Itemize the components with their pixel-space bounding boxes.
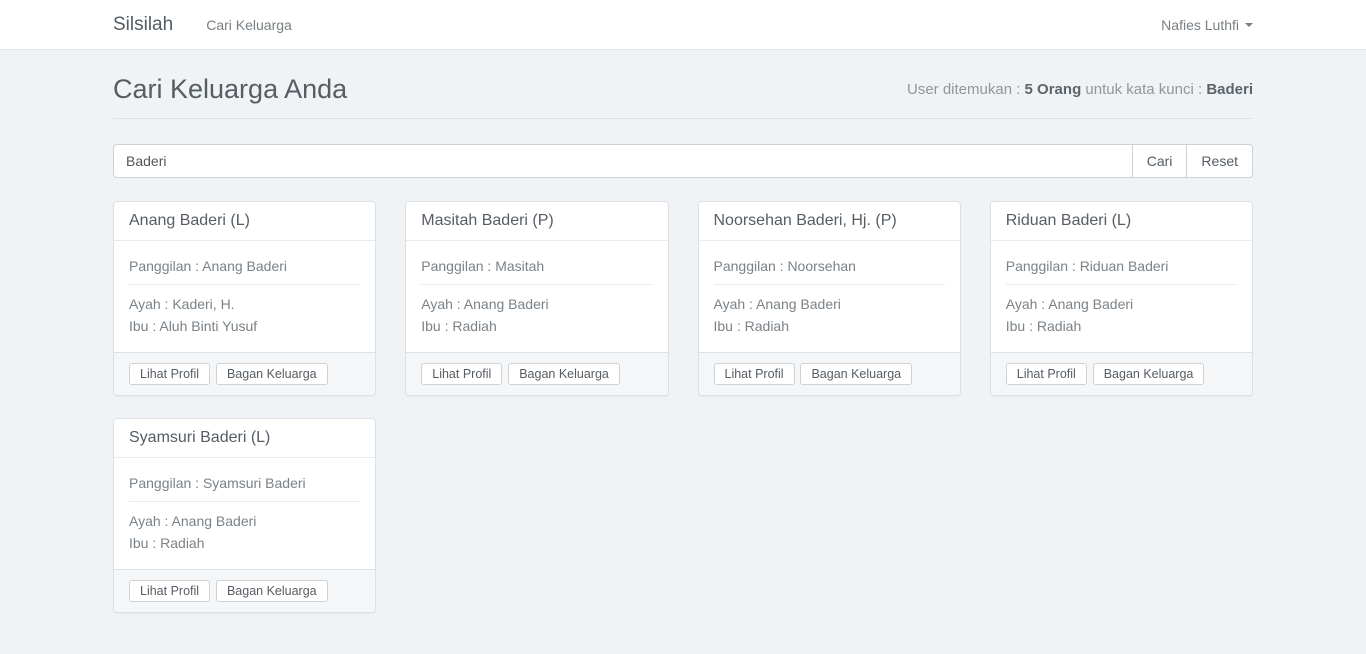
card-footer: Lihat Profil Bagan Keluarga: [114, 352, 375, 395]
person-mother: Ibu : Radiah: [714, 315, 945, 337]
divider: [714, 284, 945, 285]
bagan-keluarga-button[interactable]: Bagan Keluarga: [800, 363, 912, 385]
results-grid: Anang Baderi (L) Panggilan : Anang Bader…: [113, 201, 1253, 613]
person-nickname: Panggilan : Anang Baderi: [129, 256, 360, 276]
bagan-keluarga-button[interactable]: Bagan Keluarga: [1093, 363, 1205, 385]
person-father: Ayah : Anang Baderi: [1006, 293, 1237, 315]
card-heading: Riduan Baderi (L): [991, 202, 1252, 241]
lihat-profil-button[interactable]: Lihat Profil: [129, 363, 210, 385]
lihat-profil-button[interactable]: Lihat Profil: [714, 363, 795, 385]
person-nickname: Panggilan : Syamsuri Baderi: [129, 473, 360, 493]
search-input[interactable]: [113, 144, 1133, 178]
reset-button[interactable]: Reset: [1186, 144, 1253, 178]
person-nickname: Panggilan : Riduan Baderi: [1006, 256, 1237, 276]
result-summary-prefix: User ditemukan :: [907, 81, 1025, 98]
person-father: Ayah : Anang Baderi: [129, 510, 360, 532]
result-keyword: Baderi: [1206, 81, 1253, 98]
person-card: Anang Baderi (L) Panggilan : Anang Bader…: [113, 201, 376, 396]
divider: [129, 501, 360, 502]
bagan-keluarga-button[interactable]: Bagan Keluarga: [216, 363, 328, 385]
person-mother: Ibu : Radiah: [421, 315, 652, 337]
navbar: Silsilah Cari Keluarga Nafies Luthfi: [0, 0, 1366, 50]
result-summary-middle: untuk kata kunci :: [1081, 81, 1206, 98]
nav-item-cari-keluarga[interactable]: Cari Keluarga: [206, 17, 292, 33]
card-footer: Lihat Profil Bagan Keluarga: [114, 569, 375, 612]
card-footer: Lihat Profil Bagan Keluarga: [699, 352, 960, 395]
user-dropdown[interactable]: Nafies Luthfi: [1161, 17, 1253, 33]
person-father: Ayah : Kaderi, H.: [129, 293, 360, 315]
card-heading: Masitah Baderi (P): [406, 202, 667, 241]
result-summary: User ditemukan : 5 Orang untuk kata kunc…: [907, 81, 1253, 98]
lihat-profil-button[interactable]: Lihat Profil: [129, 580, 210, 602]
person-mother: Ibu : Radiah: [1006, 315, 1237, 337]
lihat-profil-button[interactable]: Lihat Profil: [1006, 363, 1087, 385]
person-card: Noorsehan Baderi, Hj. (P) Panggilan : No…: [698, 201, 961, 396]
bagan-keluarga-button[interactable]: Bagan Keluarga: [508, 363, 620, 385]
user-name: Nafies Luthfi: [1161, 17, 1239, 33]
search-form: Cari Reset: [113, 144, 1253, 178]
card-body: Panggilan : Masitah Ayah : Anang Baderi …: [406, 241, 667, 352]
card-body: Panggilan : Noorsehan Ayah : Anang Bader…: [699, 241, 960, 352]
brand-link[interactable]: Silsilah: [113, 14, 173, 36]
person-card: Masitah Baderi (P) Panggilan : Masitah A…: [405, 201, 668, 396]
bagan-keluarga-button[interactable]: Bagan Keluarga: [216, 580, 328, 602]
person-father: Ayah : Anang Baderi: [714, 293, 945, 315]
card-footer: Lihat Profil Bagan Keluarga: [991, 352, 1252, 395]
card-body: Panggilan : Anang Baderi Ayah : Kaderi, …: [114, 241, 375, 352]
person-name: Riduan Baderi (L): [1006, 212, 1237, 230]
person-mother: Ibu : Aluh Binti Yusuf: [129, 315, 360, 337]
card-heading: Anang Baderi (L): [114, 202, 375, 241]
card-heading: Syamsuri Baderi (L): [114, 419, 375, 458]
divider: [1006, 284, 1237, 285]
person-name: Syamsuri Baderi (L): [129, 429, 360, 447]
lihat-profil-button[interactable]: Lihat Profil: [421, 363, 502, 385]
card-body: Panggilan : Riduan Baderi Ayah : Anang B…: [991, 241, 1252, 352]
card-heading: Noorsehan Baderi, Hj. (P): [699, 202, 960, 241]
caret-down-icon: [1245, 23, 1253, 27]
person-nickname: Panggilan : Noorsehan: [714, 256, 945, 276]
person-name: Noorsehan Baderi, Hj. (P): [714, 212, 945, 230]
person-nickname: Panggilan : Masitah: [421, 256, 652, 276]
person-mother: Ibu : Radiah: [129, 532, 360, 554]
result-count: 5 Orang: [1025, 81, 1082, 98]
page-header: Cari Keluarga Anda User ditemukan : 5 Or…: [113, 74, 1253, 119]
card-body: Panggilan : Syamsuri Baderi Ayah : Anang…: [114, 458, 375, 569]
person-card: Syamsuri Baderi (L) Panggilan : Syamsuri…: [113, 418, 376, 613]
person-card: Riduan Baderi (L) Panggilan : Riduan Bad…: [990, 201, 1253, 396]
divider: [421, 284, 652, 285]
card-footer: Lihat Profil Bagan Keluarga: [406, 352, 667, 395]
person-name: Anang Baderi (L): [129, 212, 360, 230]
cari-button[interactable]: Cari: [1132, 144, 1188, 178]
page-title: Cari Keluarga Anda: [113, 74, 347, 105]
person-name: Masitah Baderi (P): [421, 212, 652, 230]
person-father: Ayah : Anang Baderi: [421, 293, 652, 315]
divider: [129, 284, 360, 285]
